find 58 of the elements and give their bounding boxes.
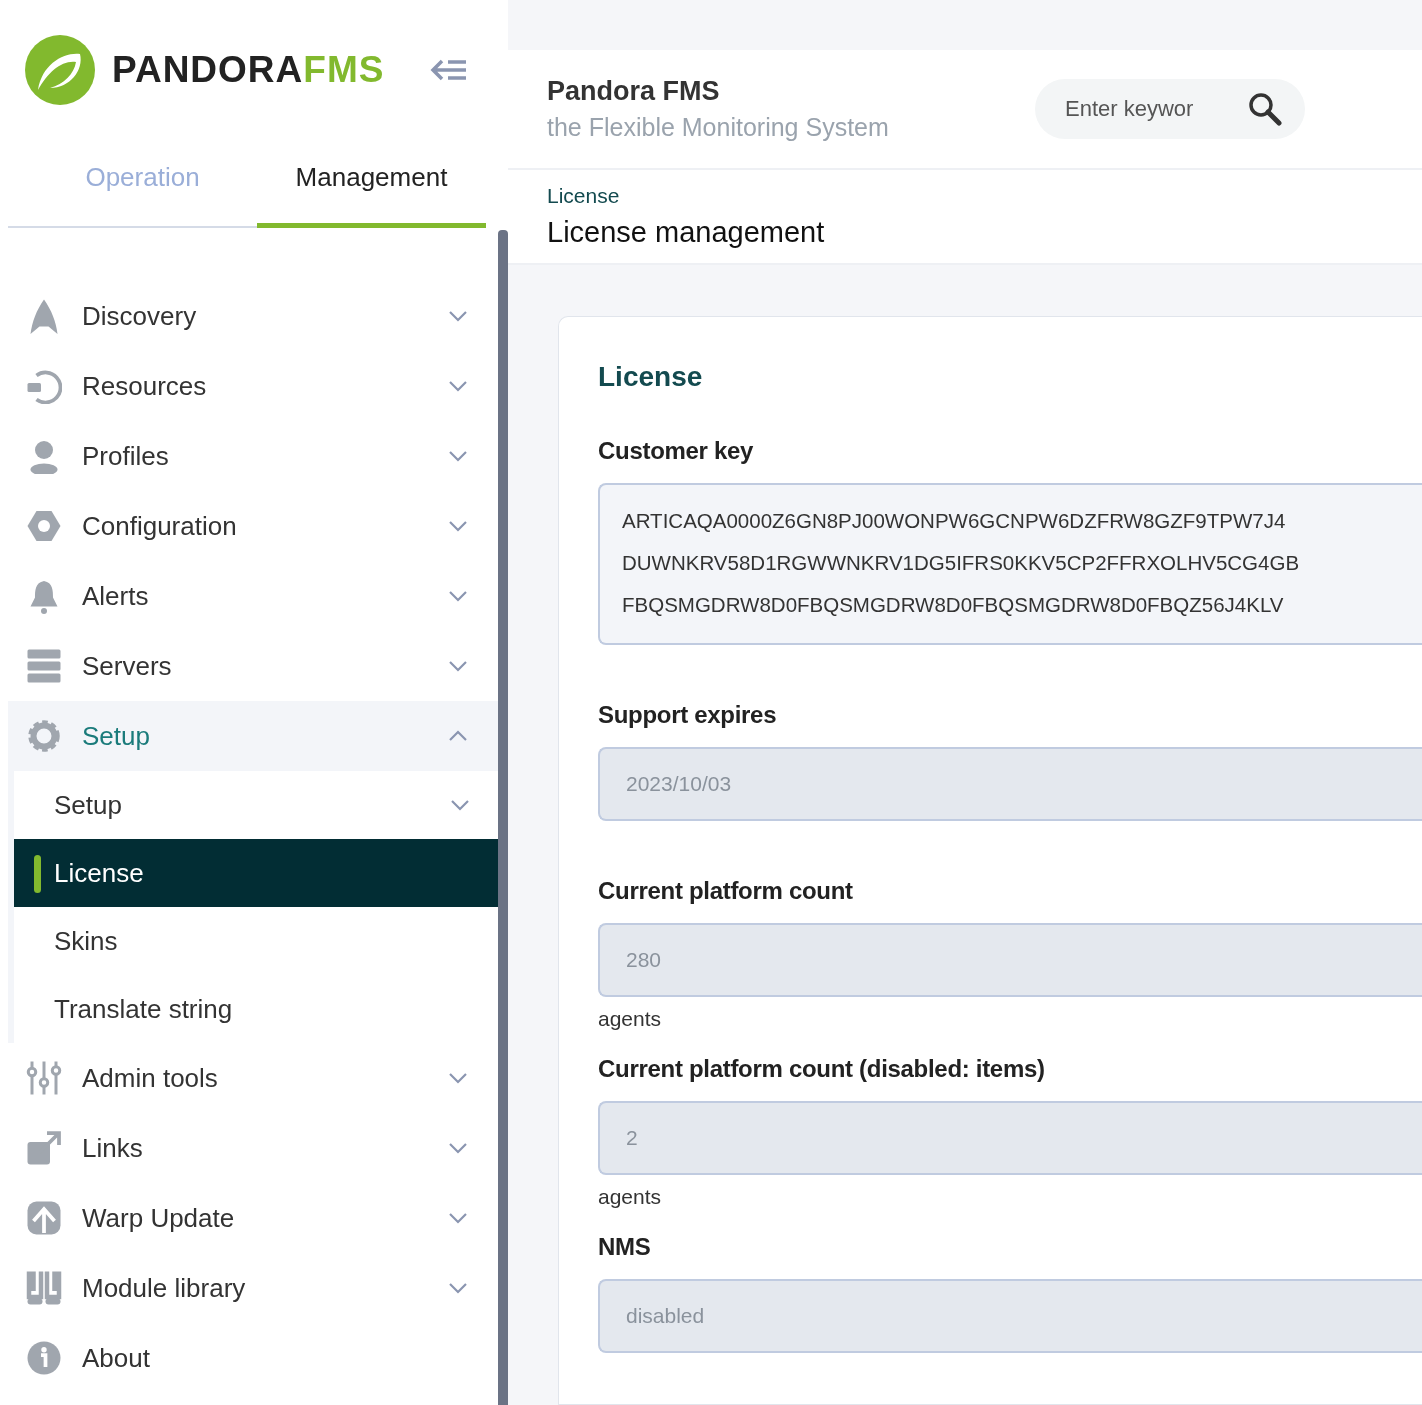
unit-label: agents [598,1007,663,1031]
server-icon [26,648,62,684]
field-label: Current platform count (disabled: items) [598,1055,1046,1083]
chevron-icon [448,730,468,742]
menu-item[interactable]: Servers [8,631,498,701]
chevron-icon [450,799,470,811]
menu-item[interactable]: Configuration [8,491,498,561]
external-link-icon [26,1130,62,1166]
menu-item[interactable]: Links [8,1113,498,1183]
chevron-icon [448,1212,468,1224]
scrollbar[interactable] [498,230,508,1405]
chevron-icon [448,1142,468,1154]
field-label: Current platform count [598,877,854,905]
card-title: License [598,361,704,393]
books-icon [26,1270,62,1306]
breadcrumb-link[interactable]: License [547,184,1422,208]
chevron-icon [448,590,468,602]
active-indicator [34,855,41,893]
sliders-icon [26,1060,62,1096]
app-subtitle: the Flexible Monitoring System [547,113,890,142]
chevron-icon [448,1072,468,1084]
plug-icon [26,368,62,404]
submenu-item[interactable]: Skins [14,907,498,975]
menu-item[interactable]: Resources [8,351,498,421]
submenu-item[interactable]: Setup [14,771,498,839]
menu-item[interactable]: Discovery [8,281,498,351]
menu-item[interactable]: Module library [8,1253,498,1323]
search-icon[interactable] [1247,91,1283,127]
logo-icon [24,34,96,106]
chevron-icon [448,660,468,672]
hexagon-icon [26,508,62,544]
chevron-icon [448,450,468,462]
submenu-item[interactable]: License [14,839,498,907]
chevron-icon [448,520,468,532]
collapse-icon[interactable] [430,57,469,83]
page-title: License management [547,216,826,249]
menu-item[interactable]: About [8,1323,498,1393]
search-field[interactable]: Enter keywor [1035,79,1305,139]
chevron-icon [448,1282,468,1294]
chevron-icon [448,310,468,322]
info-icon [26,1340,62,1376]
nav-tab[interactable]: Management [257,132,486,228]
field-label: NMS [598,1233,652,1261]
menu-item[interactable]: Admin tools [8,1043,498,1113]
field-label: Customer key [598,437,755,465]
submenu-item[interactable]: Translate string [14,975,498,1043]
unit-label: agents [598,1185,663,1209]
app-title: Pandora FMS [547,76,721,107]
menu-item[interactable]: Warp Update [8,1183,498,1253]
gear-icon [26,718,62,754]
logo-wordmark: PANDORAFMS [112,49,385,91]
menu-item[interactable]: Profiles [8,421,498,491]
chevron-icon [448,380,468,392]
menu-item[interactable]: Setup [8,701,498,771]
upload-icon [26,1200,62,1236]
menu-item[interactable]: Alerts [8,561,498,631]
field-label: Support expires [598,701,778,729]
key-textarea[interactable]: ARTICAQA0000Z6GN8PJ00WONPW6GCNPW6DZFRW8GZF9TPW7J4 DUWNKRV58D1RGWWNKRV1DG5IFRS0KKV5CP2FFRXOLHV5CG4GB FBQSMGDRW8D0FBQSMGDRW8D0FBQSMGDRW8D0FBQZ56J4KLV [598,483,1422,645]
